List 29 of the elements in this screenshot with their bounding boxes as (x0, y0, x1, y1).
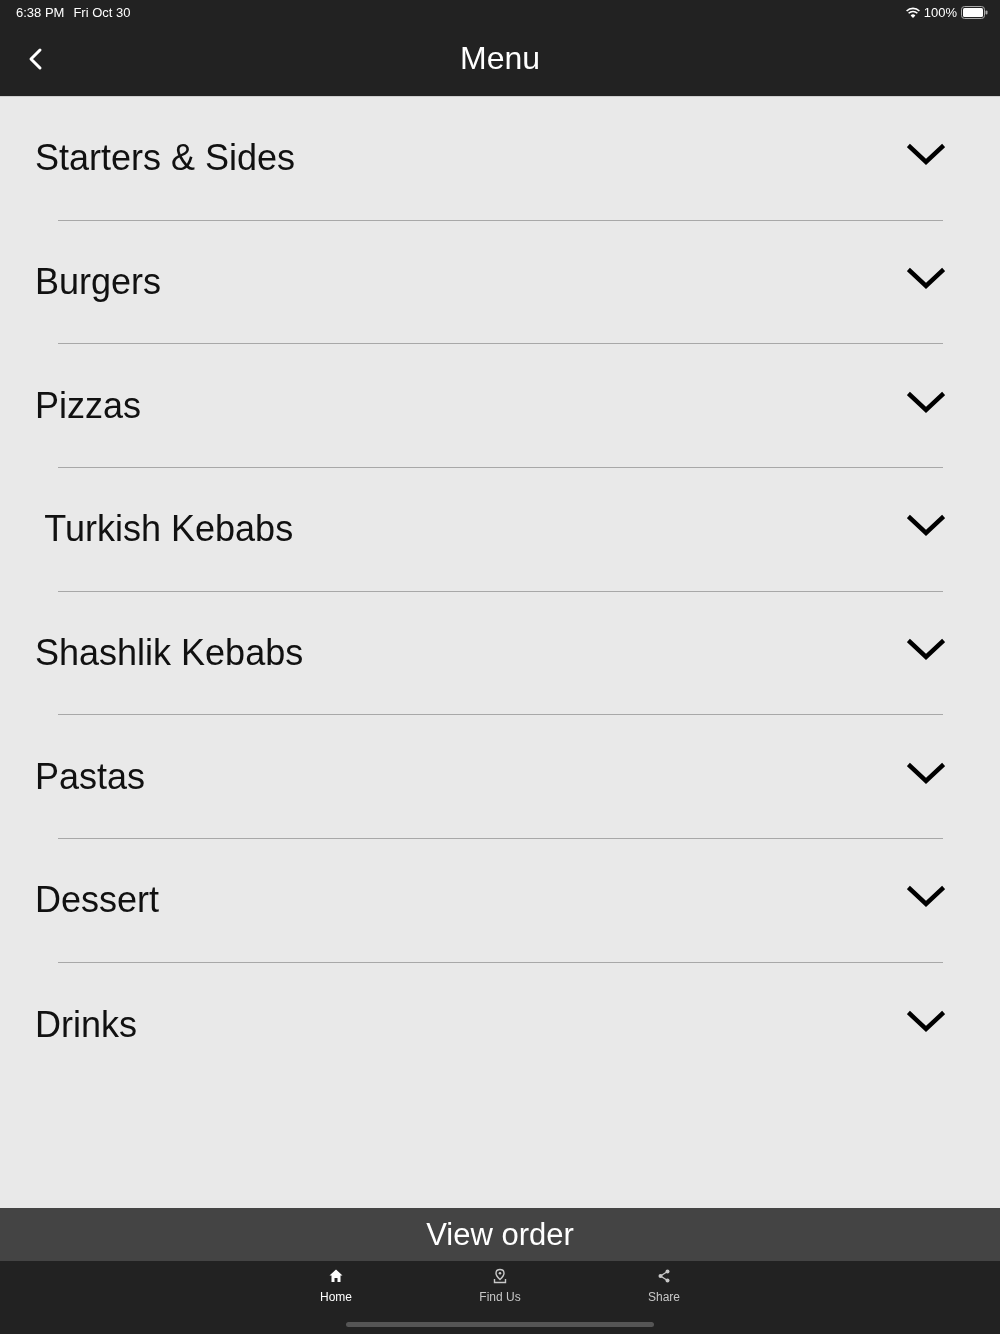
chevron-down-icon[interactable] (907, 885, 945, 910)
chevron-down-icon[interactable] (907, 267, 945, 292)
tab-bar-item[interactable]: Find Us (418, 1261, 582, 1309)
view-order-button[interactable]: View order (0, 1208, 1000, 1261)
tab-bar-item[interactable]: Share (582, 1261, 746, 1309)
category-label[interactable]: Pastas (35, 755, 907, 798)
share-icon (656, 1268, 672, 1284)
battery-icon (961, 5, 988, 19)
home-icon (328, 1268, 344, 1284)
category-label[interactable]: Burgers (35, 261, 907, 304)
chevron-down-icon[interactable] (907, 638, 945, 663)
battery-percent: 100% (923, 4, 957, 20)
category-label[interactable]: Pizzas (35, 384, 907, 427)
category-label[interactable]: Turkish Kebabs (35, 508, 907, 551)
category-label[interactable]: Drinks (35, 1003, 907, 1046)
chevron-down-icon[interactable] (907, 514, 945, 539)
tab-bar-item[interactable]: Home (254, 1261, 418, 1309)
category-label[interactable]: Shashlik Kebabs (35, 632, 907, 675)
chevron-down-icon[interactable] (907, 390, 945, 415)
category-label[interactable]: Dessert (35, 879, 907, 922)
location-pin-icon (492, 1268, 508, 1284)
chevron-down-icon[interactable] (907, 1009, 945, 1034)
status-time: 6:38 PM (16, 4, 65, 20)
chevron-down-icon[interactable] (907, 761, 945, 786)
status-date: Fri Oct 30 (73, 4, 131, 20)
page-title: Menu (459, 39, 540, 77)
chevron-down-icon[interactable] (907, 143, 945, 168)
wifi-icon (905, 6, 920, 18)
category-label[interactable]: Starters & Sides (35, 137, 907, 180)
